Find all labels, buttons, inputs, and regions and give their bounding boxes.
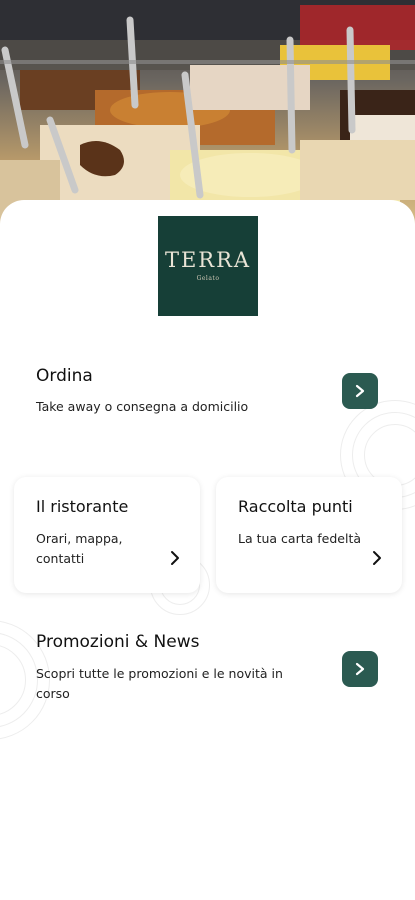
promo-button[interactable]	[342, 651, 378, 687]
chevron-right-icon	[355, 384, 365, 398]
card-ristorante-title: Il ristorante	[36, 497, 129, 516]
ordina-title: Ordina	[36, 366, 93, 386]
logo-tagline: Gelato	[196, 275, 220, 282]
card-raccolta-punti-description: La tua carta fedeltà	[238, 531, 362, 546]
hero-gelato-photo	[0, 0, 415, 230]
promo-title: Promozioni & News	[36, 632, 200, 652]
chevron-right-icon	[171, 551, 179, 565]
chevron-right-icon	[355, 662, 365, 676]
home-sheet: TERRA Gelato Ordina Take away o consegna…	[0, 200, 415, 900]
logo-brand: TERRA	[164, 248, 252, 272]
ordina-description: Take away o consegna a domicilio	[36, 399, 249, 414]
terra-gelato-logo: TERRA Gelato	[158, 216, 258, 316]
card-ristorante[interactable]: Il ristorante Orari, mappa, contatti	[14, 477, 200, 593]
card-ristorante-description: Orari, mappa, contatti	[36, 531, 123, 566]
ordina-button[interactable]	[342, 373, 378, 409]
promo-description: Scopri tutte le promozioni e le novità i…	[36, 666, 283, 701]
gelato-display-illustration	[0, 0, 415, 230]
chevron-right-icon	[373, 551, 381, 565]
card-raccolta-punti[interactable]: Raccolta punti La tua carta fedeltà	[216, 477, 402, 593]
card-raccolta-punti-title: Raccolta punti	[238, 497, 353, 516]
